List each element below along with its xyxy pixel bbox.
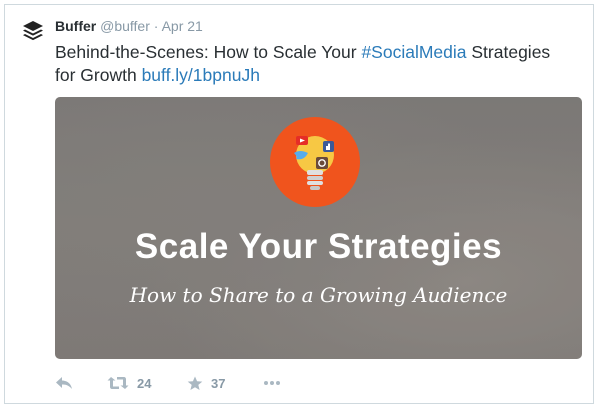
more-icon [264,381,280,385]
media-card[interactable]: Scale Your Strategies How to Share to a … [55,97,582,359]
tweet-text-start: Behind-the-Scenes: How to Scale Your [55,42,362,62]
retweet-count: 24 [137,375,152,391]
header-separator: · [153,18,159,34]
hashtag-link[interactable]: #SocialMedia [361,42,466,62]
retweet-button[interactable]: 24 [107,371,151,395]
favorite-count: 37 [211,375,226,391]
author-handle[interactable]: @buffer [100,18,150,34]
retweet-icon [107,377,129,389]
tweet-date[interactable]: Apr 21 [162,18,203,34]
tweet-card: Buffer @buffer · Apr 21 Behind-the-Scene… [4,4,594,404]
more-button[interactable] [263,371,281,395]
tweet-text: Behind-the-Scenes: How to Scale Your #So… [55,41,575,87]
url-link[interactable]: buff.ly/1bpnuJh [142,65,260,85]
tweet-header: Buffer @buffer · Apr 21 [55,17,203,35]
author-name[interactable]: Buffer [55,18,96,34]
lightbulb-icon [294,136,334,190]
card-title: Scale Your Strategies [134,227,503,266]
reply-button[interactable] [55,371,73,395]
favorite-button[interactable]: 37 [187,371,225,395]
reply-icon [56,377,72,389]
buffer-logo-icon[interactable] [21,19,45,43]
star-icon [187,376,203,390]
card-subtitle: How to Share to a Growing Audience [129,283,508,307]
